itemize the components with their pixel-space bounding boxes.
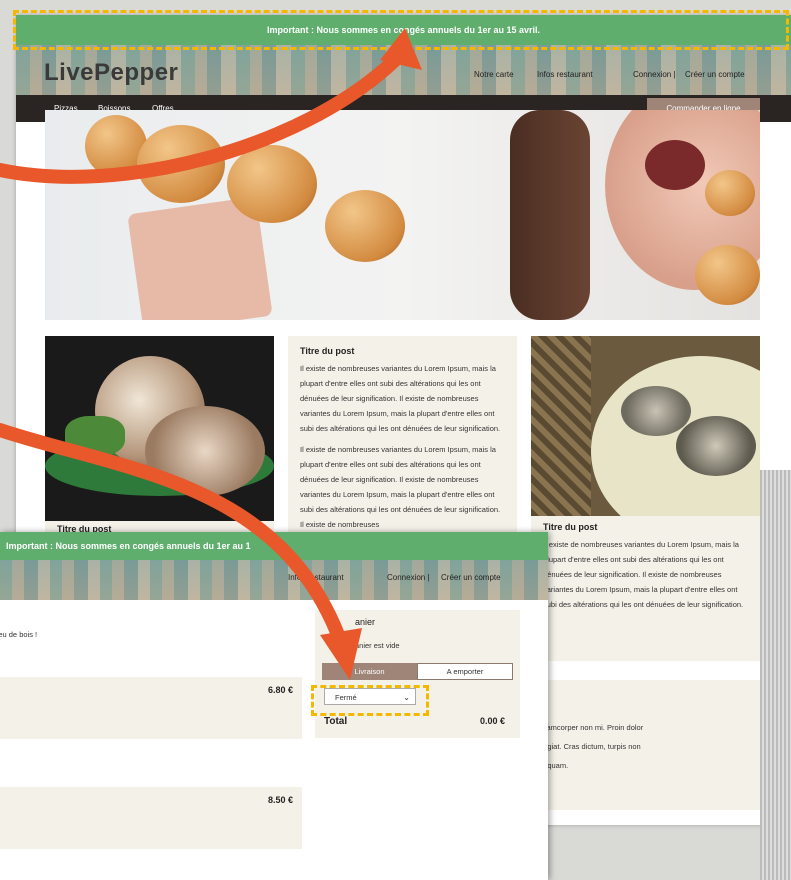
arrow-to-select xyxy=(0,423,347,647)
arrow-head-2 xyxy=(320,628,362,680)
arrow-to-announcement xyxy=(0,53,402,184)
annotation-arrows xyxy=(0,28,422,680)
